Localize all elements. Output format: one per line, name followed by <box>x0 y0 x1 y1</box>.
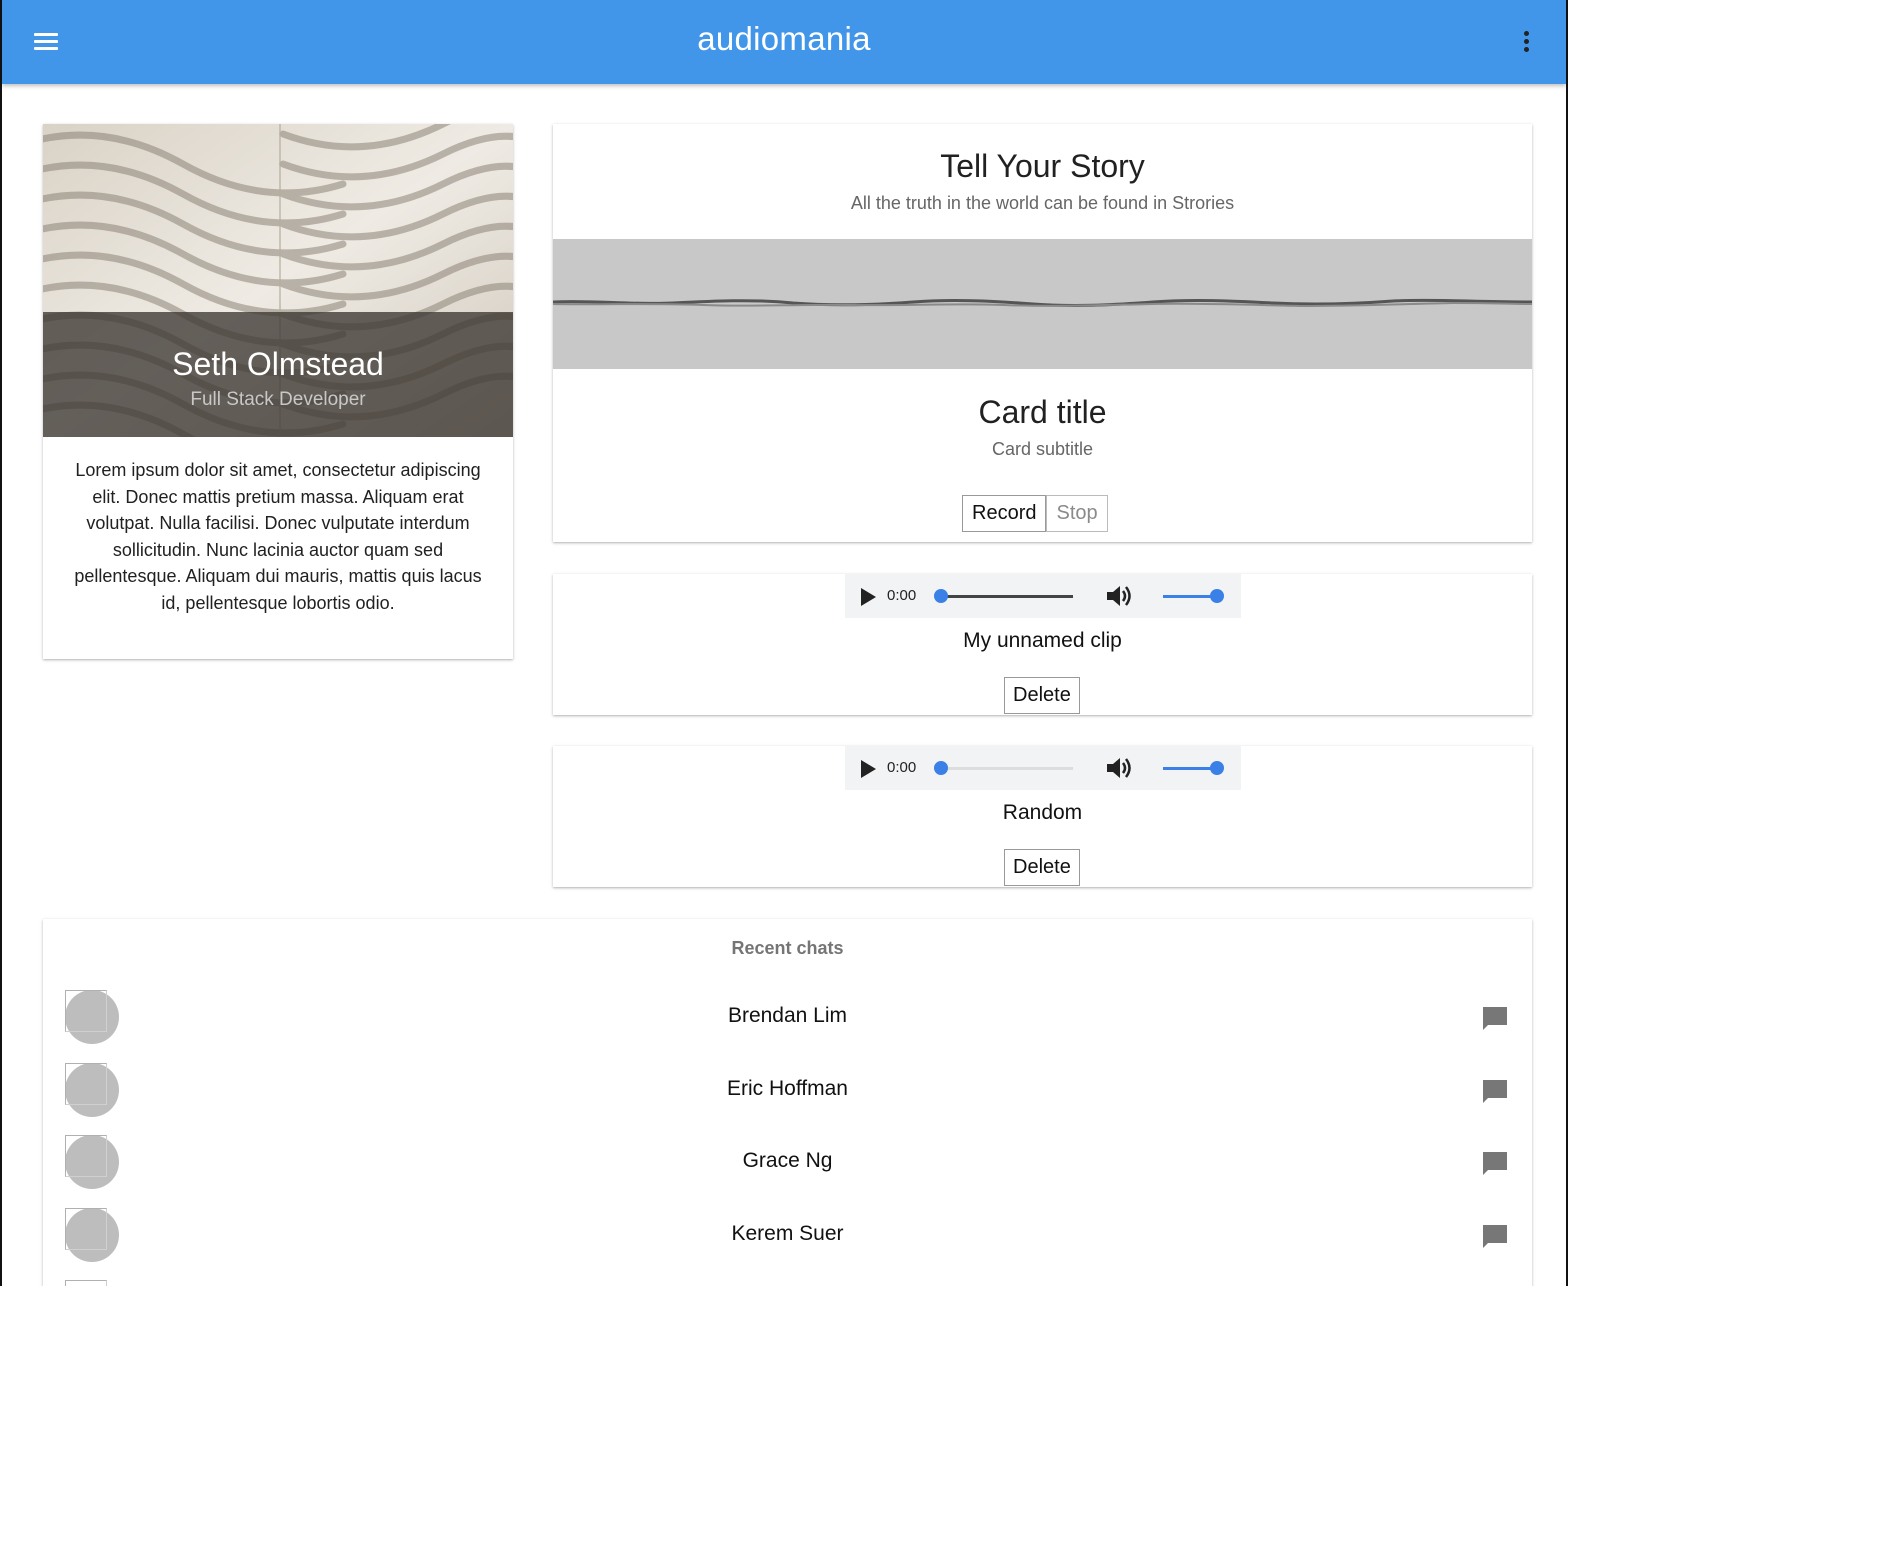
broken-image-icon <box>65 1280 107 1286</box>
play-icon[interactable] <box>861 588 876 606</box>
seek-knob[interactable] <box>934 761 948 775</box>
chat-contact-name: Grace Ng <box>742 1149 833 1172</box>
card-subtitle: Card subtitle <box>991 439 1094 459</box>
app-bar: audiomania <box>2 0 1566 84</box>
chat-bubble-icon[interactable] <box>1480 1004 1510 1034</box>
app-title: audiomania <box>697 20 871 57</box>
volume-icon[interactable] <box>1105 584 1133 608</box>
clip-card: 0:00 My unnamed clip Delete <box>553 574 1532 715</box>
chat-list-item[interactable]: Kerem Suer <box>43 1208 1532 1268</box>
seek-knob[interactable] <box>934 589 948 603</box>
clip-name: Random <box>1002 801 1083 824</box>
playback-time: 0:00 <box>887 587 917 604</box>
chat-list-item[interactable] <box>43 1280 1532 1286</box>
play-icon[interactable] <box>861 760 876 778</box>
delete-button[interactable]: Delete <box>1004 849 1080 886</box>
chat-contact-name: Brendan Lim <box>727 1004 848 1027</box>
seek-slider[interactable] <box>934 761 1073 775</box>
stop-button[interactable]: Stop <box>1046 495 1108 532</box>
clip-name: My unnamed clip <box>963 629 1122 652</box>
story-subtitle: All the truth in the world can be found … <box>850 193 1235 213</box>
more-vertical-icon[interactable] <box>1516 28 1536 56</box>
chat-list-item[interactable]: Eric Hoffman <box>43 1063 1532 1123</box>
volume-slider[interactable] <box>1163 589 1224 603</box>
audio-player: 0:00 <box>845 574 1241 618</box>
clip-card: 0:00 Random Delete <box>553 746 1532 887</box>
audio-player: 0:00 <box>845 746 1241 790</box>
chat-list-item[interactable]: Grace Ng <box>43 1135 1532 1195</box>
profile-bio: Lorem ipsum dolor sit amet, consectetur … <box>74 460 482 613</box>
card-title: Card title <box>978 394 1107 430</box>
profile-name: Seth Olmstead <box>172 346 384 382</box>
story-title: Tell Your Story <box>940 148 1145 184</box>
app-frame: audiomania Seth Olmstead Full Stack Deve… <box>0 0 1568 1286</box>
record-button[interactable]: Record <box>962 495 1047 532</box>
delete-button[interactable]: Delete <box>1004 677 1080 714</box>
chat-bubble-icon[interactable] <box>1480 1077 1510 1107</box>
seek-slider[interactable] <box>934 589 1073 603</box>
avatar <box>65 1280 119 1286</box>
chat-list-item[interactable]: Brendan Lim <box>43 990 1532 1050</box>
volume-slider[interactable] <box>1163 761 1224 775</box>
volume-knob[interactable] <box>1210 589 1224 603</box>
volume-knob[interactable] <box>1210 761 1224 775</box>
record-controls: Record Stop <box>962 495 1108 532</box>
chat-contact-name: Kerem Suer <box>731 1222 844 1245</box>
playback-time: 0:00 <box>887 759 917 776</box>
recent-chats-card: Recent chats Brendan Lim Eric Hoffman Gr… <box>43 919 1532 1286</box>
chat-contact-name: Eric Hoffman <box>727 1077 848 1100</box>
profile-role: Full Stack Developer <box>190 389 366 410</box>
profile-card: Seth Olmstead Full Stack Developer Lorem… <box>43 124 513 659</box>
recent-chats-header: Recent chats <box>731 938 844 958</box>
volume-icon[interactable] <box>1105 756 1133 780</box>
waveform-visualizer <box>552 239 1533 369</box>
chat-bubble-icon[interactable] <box>1480 1222 1510 1252</box>
chat-bubble-icon[interactable] <box>1480 1149 1510 1179</box>
story-card: Tell Your Story All the truth in the wor… <box>552 124 1533 542</box>
